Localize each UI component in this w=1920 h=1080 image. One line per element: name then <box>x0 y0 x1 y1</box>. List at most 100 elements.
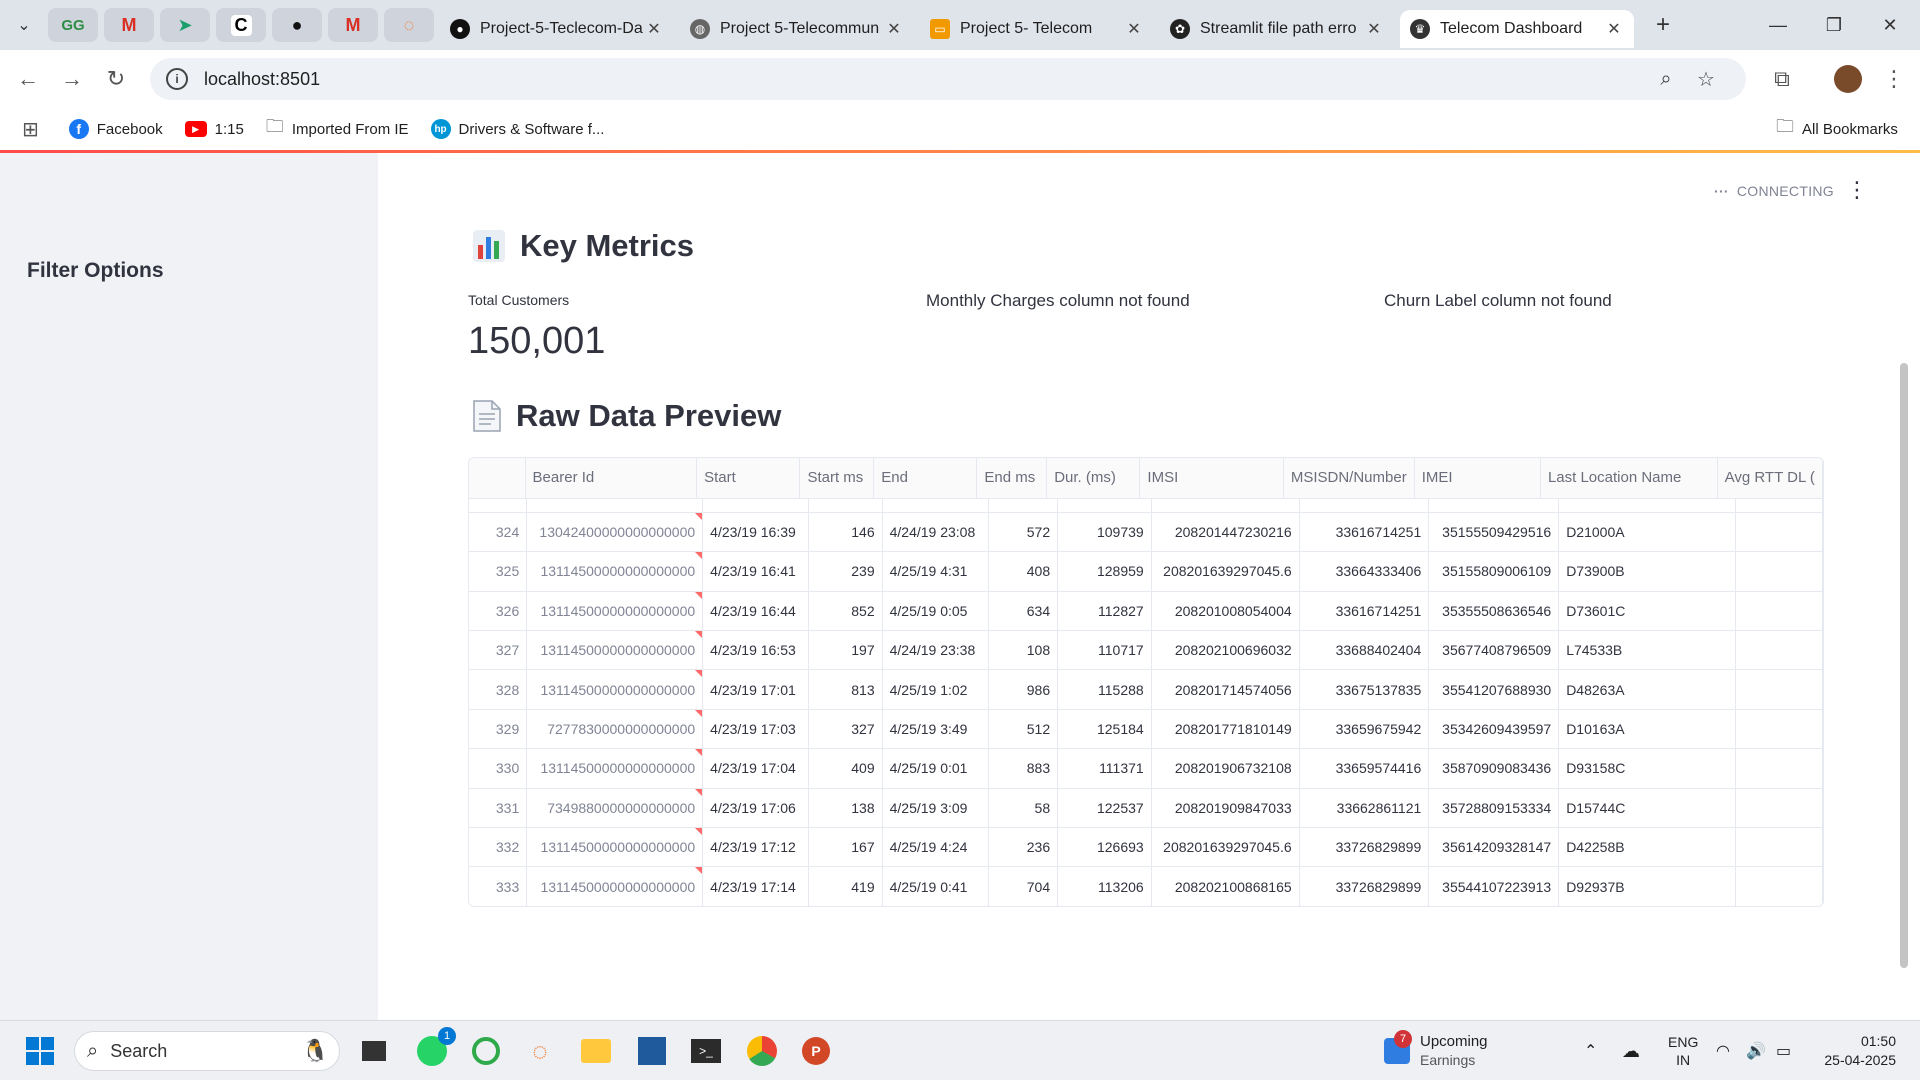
table-cell[interactable]: 4/23/19 17:03 <box>702 709 810 750</box>
language-indicator[interactable]: ENG IN <box>1668 1021 1698 1080</box>
table-cell[interactable]: 197 <box>808 630 883 671</box>
address-bar[interactable]: i localhost:8501 ⌕ ☆ <box>150 58 1746 100</box>
close-tab-icon[interactable]: ✕ <box>1124 19 1144 39</box>
column-header[interactable]: End <box>873 458 978 499</box>
column-header[interactable]: Avg RTT DL ( <box>1717 458 1823 499</box>
apps-grid-icon[interactable]: ⊞ <box>22 117 39 142</box>
app-menu-icon[interactable]: ⋮ <box>1846 177 1868 203</box>
table-cell[interactable]: 239 <box>808 551 883 592</box>
minimize-icon[interactable]: — <box>1750 0 1806 50</box>
table-cell[interactable]: 13114500000000000000 <box>526 827 704 868</box>
table-cell[interactable]: 4/23/19 16:41 <box>702 551 810 592</box>
table-cell[interactable]: 35541207688930 <box>1428 669 1560 710</box>
table-cell[interactable]: 13114500000000000000 <box>526 748 704 789</box>
table-cell[interactable]: 33662861121 <box>1299 788 1430 829</box>
table-cell[interactable] <box>1735 669 1823 710</box>
table-cell[interactable]: 208201909847033 <box>1151 788 1300 829</box>
table-cell[interactable]: 208201771810149 <box>1151 709 1300 750</box>
pinned-tab-send[interactable]: ➤ <box>160 8 210 42</box>
table-cell[interactable]: 208201008054004 <box>1151 591 1300 632</box>
table-cell[interactable]: D15744C <box>1558 788 1736 829</box>
table-cell[interactable]: 13114500000000000000 <box>526 551 704 592</box>
table-row[interactable]: 331 7349880000000000000 4/23/19 17:06 138 4/… <box>469 788 1823 829</box>
table-row[interactable]: 330 13114500000000000000 4/23/19 17:04 409 4… <box>469 748 1823 789</box>
table-cell[interactable]: 4/23/19 16:44 <box>702 591 810 632</box>
table-cell[interactable] <box>1735 709 1823 750</box>
table-cell[interactable]: 208201714574056 <box>1151 669 1300 710</box>
tab-project-5-telecom[interactable]: ▭ Project 5- Telecom ✕ <box>920 10 1154 48</box>
table-cell[interactable]: D73601C <box>1558 591 1736 632</box>
column-header[interactable]: Start <box>696 458 801 499</box>
column-header[interactable]: IMSI <box>1139 458 1284 499</box>
table-cell[interactable]: 634 <box>988 591 1059 632</box>
table-cell[interactable]: 33659675942 <box>1299 709 1430 750</box>
table-cell[interactable]: 125184 <box>1057 709 1152 750</box>
windows-start-icon[interactable] <box>20 1031 60 1071</box>
table-cell[interactable]: D48263A <box>1558 669 1736 710</box>
table-cell[interactable]: 35155509429516 <box>1428 512 1560 553</box>
table-cell[interactable]: 704 <box>988 866 1059 906</box>
table-cell[interactable]: 35342609439597 <box>1428 709 1560 750</box>
table-cell[interactable]: 986 <box>988 669 1059 710</box>
site-info-icon[interactable]: i <box>166 68 188 90</box>
table-cell[interactable]: 58 <box>988 788 1059 829</box>
table-cell[interactable]: 110717 <box>1057 630 1152 671</box>
table-cell[interactable]: 572 <box>988 512 1059 553</box>
url-text[interactable]: localhost:8501 <box>204 69 320 90</box>
jupyter-icon[interactable]: ◌ <box>520 1031 560 1071</box>
table-cell[interactable]: 208201906732108 <box>1151 748 1300 789</box>
table-cell[interactable]: 4/23/19 16:53 <box>702 630 810 671</box>
table-cell[interactable]: 33616714251 <box>1299 591 1430 632</box>
back-arrow-icon[interactable]: ← <box>6 57 50 101</box>
table-cell[interactable]: 409 <box>808 748 883 789</box>
table-cell[interactable]: 4/23/19 17:12 <box>702 827 810 868</box>
table-cell[interactable]: 852 <box>808 591 883 632</box>
table-cell[interactable]: 4/25/19 0:01 <box>882 748 989 789</box>
table-cell[interactable] <box>1735 866 1823 906</box>
table-cell[interactable]: 7277830000000000000 <box>526 709 704 750</box>
table-cell[interactable]: 4/25/19 4:31 <box>882 551 989 592</box>
table-cell[interactable]: 419 <box>808 866 883 906</box>
table-cell[interactable]: 4/24/19 23:38 <box>882 630 989 671</box>
table-cell[interactable]: D73900B <box>1558 551 1736 592</box>
table-cell[interactable]: 146 <box>808 512 883 553</box>
refresh-app-icon[interactable] <box>466 1031 506 1071</box>
column-header[interactable]: Last Location Name <box>1540 458 1718 499</box>
table-cell[interactable]: 35544107223913 <box>1428 866 1560 906</box>
column-header[interactable]: MSISDN/Number <box>1283 458 1415 499</box>
powerpoint-icon[interactable]: P <box>796 1031 836 1071</box>
pinned-tab-coursera[interactable]: C <box>216 8 266 42</box>
table-row[interactable]: 325 13114500000000000000 4/23/19 16:41 239 4… <box>469 551 1823 592</box>
terminal-icon[interactable]: >_ <box>686 1031 726 1071</box>
whatsapp-icon[interactable]: 1 <box>412 1027 456 1071</box>
close-tab-icon[interactable]: ✕ <box>1604 19 1624 39</box>
table-cell[interactable]: D93158C <box>1558 748 1736 789</box>
column-header[interactable]: Start ms <box>799 458 875 499</box>
show-hidden-icons-icon[interactable]: ⌃ <box>1584 1021 1597 1080</box>
table-row[interactable]: 327 13114500000000000000 4/23/19 16:53 197 4… <box>469 630 1823 671</box>
table-cell[interactable]: 4/23/19 17:06 <box>702 788 810 829</box>
table-cell[interactable]: 4/23/19 17:01 <box>702 669 810 710</box>
table-cell[interactable]: 13114500000000000000 <box>526 630 704 671</box>
bookmark-imported-from-ie[interactable]: 🗀 Imported From IE <box>266 114 409 144</box>
table-cell[interactable]: 4/25/19 4:24 <box>882 827 989 868</box>
table-cell[interactable]: 33675137835 <box>1299 669 1430 710</box>
zoom-icon[interactable]: ⌕ <box>1646 58 1686 100</box>
extensions-icon[interactable]: ⧉ <box>1760 57 1804 101</box>
pinned-tab-jupyter[interactable]: ◌ <box>384 8 434 42</box>
column-header[interactable]: Dur. (ms) <box>1046 458 1141 499</box>
table-cell[interactable] <box>1735 827 1823 868</box>
table-cell[interactable]: 408 <box>988 551 1059 592</box>
scrollbar[interactable] <box>1900 363 1908 968</box>
table-cell[interactable]: 33688402404 <box>1299 630 1430 671</box>
table-cell[interactable]: 108 <box>988 630 1059 671</box>
table-cell[interactable] <box>1735 630 1823 671</box>
table-cell[interactable]: 208201639297045.6 <box>1151 827 1300 868</box>
table-cell[interactable]: 35677408796509 <box>1428 630 1560 671</box>
table-cell[interactable]: 167 <box>808 827 883 868</box>
table-cell[interactable]: 111371 <box>1057 748 1152 789</box>
table-cell[interactable]: 35728809153334 <box>1428 788 1560 829</box>
close-tab-icon[interactable]: ✕ <box>1364 19 1384 39</box>
table-row[interactable]: 329 7277830000000000000 4/23/19 17:03 327 4/… <box>469 709 1823 750</box>
bookmark-drivers-software[interactable]: hp Drivers & Software f... <box>430 119 604 139</box>
